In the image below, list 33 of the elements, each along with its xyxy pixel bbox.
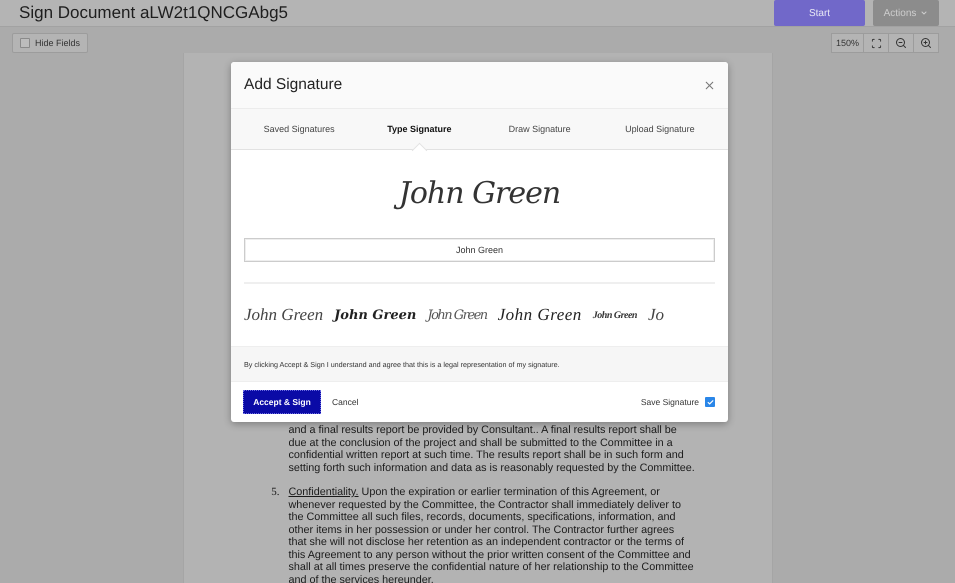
document-paragraph: and a final results report be provided by Consultant.. A final results report shall be due at the conclusion of the project and shall be submitted to the Committee in a confidential written report at such time. The results report shall be in such form and setting forth such information and data as is reasonably requested by the Committee. xyxy=(288,424,695,474)
signature-tab[interactable]: Saved Signatures xyxy=(239,109,360,149)
fit-page-button[interactable] xyxy=(863,33,889,53)
document-paragraph: Confidentiality. Upon the expiration or earlier termination of this Agreement, or whenever requested by the Committee, the Contractor shall immediately deliver to the Committee all such files, records, documents, specifications, information, and other items in her possession or under her control. The Contractor further agrees that she will not disclose her retention as an independent contractor or the terms of this Agreement to any person without the prior written consent of the Committee and shall at all times preserve the confidential nature of her relationship to the Committee and of the services hereunder. xyxy=(288,486,694,583)
zoom-out-icon xyxy=(895,37,907,49)
zoom-in-button[interactable] xyxy=(913,33,939,53)
zoom-level-button[interactable]: 150% xyxy=(830,33,864,53)
checkbox[interactable] xyxy=(20,38,30,48)
close-icon[interactable] xyxy=(703,78,716,92)
signature-style-option[interactable]: John Green xyxy=(592,310,637,320)
accept-sign-button[interactable]: Accept & Sign xyxy=(243,390,321,414)
signature-style-option[interactable]: John Green xyxy=(498,305,582,325)
hide-fields-button[interactable]: Hide Fields xyxy=(12,33,88,53)
fit-page-icon xyxy=(870,38,882,48)
start-button[interactable]: Start xyxy=(774,0,865,26)
signature-style-option[interactable]: John Green xyxy=(244,305,324,325)
signature-style-option[interactable]: John Green xyxy=(334,308,416,322)
zoom-in-icon xyxy=(920,37,932,49)
signature-style-option[interactable]: Jo xyxy=(648,305,664,325)
name-input-field[interactable]: John Green xyxy=(244,238,715,262)
list-number: 5. xyxy=(270,486,280,500)
signature-tab[interactable]: Type Signature xyxy=(359,109,480,149)
signature-tab[interactable]: Upload Signature xyxy=(600,109,720,149)
signature-preview: John Green xyxy=(392,173,566,215)
signature-tab[interactable]: Draw Signature xyxy=(480,109,600,149)
zoom-out-button[interactable] xyxy=(888,33,914,53)
cancel-button[interactable]: Cancel xyxy=(332,397,358,407)
save-signature-checkbox[interactable] xyxy=(705,397,715,407)
page-title: Sign Document aLW2t1QNCGAbg5 xyxy=(19,3,289,23)
dialog-title: Add Signature xyxy=(244,76,342,94)
signature-style-option[interactable]: John Green xyxy=(427,308,487,322)
save-signature-label: Save Signature xyxy=(640,397,699,407)
caret-icon xyxy=(920,9,928,17)
